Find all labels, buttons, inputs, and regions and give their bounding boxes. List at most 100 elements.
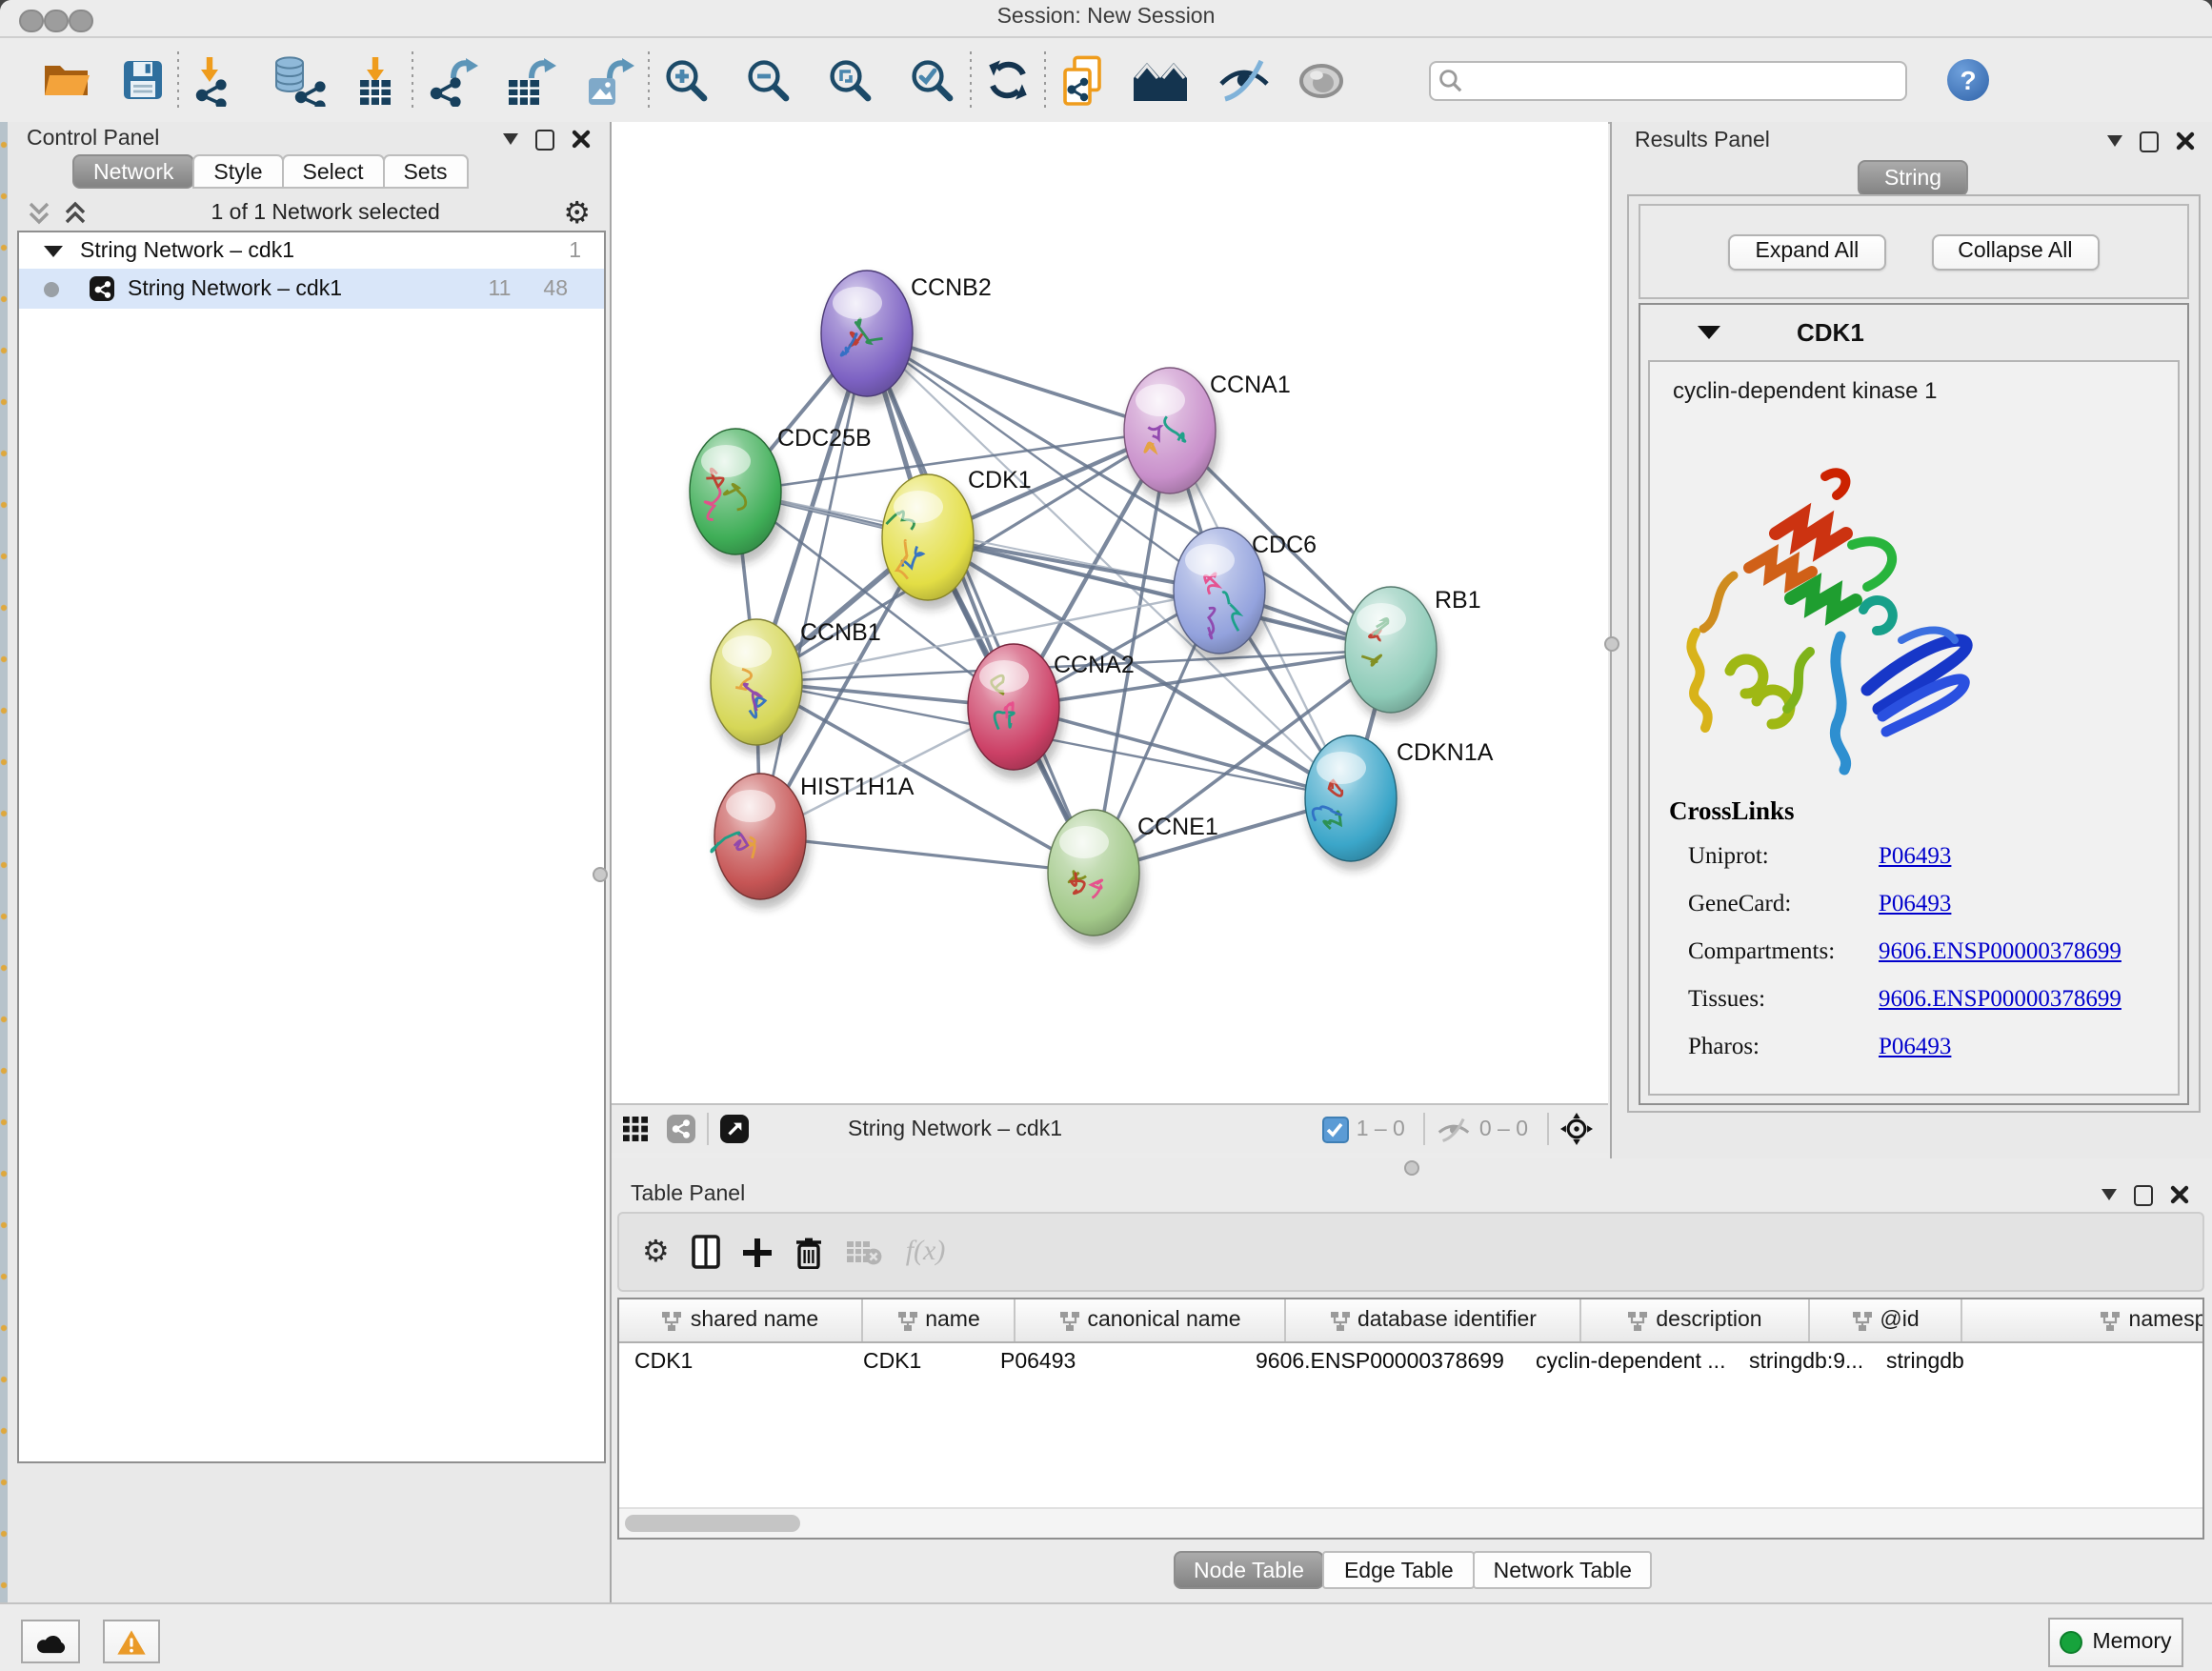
- node-HIST1H1A[interactable]: [712, 774, 811, 909]
- cell-database-identifier[interactable]: 9606.ENSP00000378699: [1240, 1343, 1520, 1385]
- tab-select[interactable]: Select: [282, 154, 385, 189]
- save-icon[interactable]: [122, 51, 164, 109]
- help-icon[interactable]: ?: [1947, 59, 1989, 101]
- open-folder-icon[interactable]: [42, 51, 91, 109]
- splitter-handle[interactable]: [1604, 636, 1619, 652]
- cell--id[interactable]: stringdb:9...: [1734, 1343, 1871, 1385]
- node-CCNE1[interactable]: [1048, 810, 1144, 945]
- export-image-icon[interactable]: [583, 51, 634, 109]
- cell-canonical-name[interactable]: P06493: [985, 1343, 1240, 1385]
- collapse-all-button[interactable]: Collapse All: [1931, 233, 2099, 270]
- zoom-out-icon[interactable]: [745, 51, 793, 109]
- expand-all-button[interactable]: Expand All: [1729, 233, 1886, 270]
- tab-network-table[interactable]: Network Table: [1473, 1551, 1653, 1589]
- fit-content-crosshair-icon[interactable]: [1560, 1113, 1593, 1145]
- panel-float-icon[interactable]: [2140, 131, 2159, 151]
- zoom-fit-icon[interactable]: [827, 51, 875, 109]
- panel-float-icon[interactable]: [535, 129, 554, 150]
- panel-close-icon[interactable]: [2176, 131, 2195, 151]
- tree-expander-icon[interactable]: [44, 245, 63, 256]
- node-CCNA1[interactable]: [1124, 368, 1220, 503]
- network-badge-icon[interactable]: [667, 1115, 695, 1143]
- column-header-namespace[interactable]: namespace: [1962, 1299, 2204, 1341]
- show-all-icon[interactable]: [1297, 51, 1345, 109]
- column-header-shared-name[interactable]: shared name: [619, 1299, 863, 1341]
- crosslink-link[interactable]: P06493: [1879, 842, 1951, 871]
- import-table-icon[interactable]: [352, 51, 398, 109]
- tab-network[interactable]: Network: [72, 154, 194, 189]
- entry-expander-icon[interactable]: [1698, 325, 1720, 338]
- column-header-description[interactable]: description: [1581, 1299, 1810, 1341]
- import-network-database-icon[interactable]: [269, 51, 326, 109]
- expand-all-icon[interactable]: [63, 200, 88, 227]
- tab-style[interactable]: Style: [192, 154, 283, 189]
- search-input[interactable]: [1429, 60, 1907, 100]
- refresh-icon[interactable]: [985, 51, 1031, 109]
- network-collection-row[interactable]: String Network – cdk1 1: [19, 232, 604, 269]
- cell-description[interactable]: cyclin-dependent ...: [1520, 1343, 1734, 1385]
- column-header--id[interactable]: @id: [1810, 1299, 1962, 1341]
- crosslink-link[interactable]: P06493: [1879, 890, 1951, 918]
- panel-collapse-icon[interactable]: [503, 133, 518, 145]
- network-canvas[interactable]: CCNB2CCNA1CDC25BCDK1CDC6RB1CCNB1CCNA2CDK…: [612, 122, 1608, 1103]
- crosslink-link[interactable]: P06493: [1879, 1033, 1951, 1061]
- zoom-in-icon[interactable]: [663, 51, 711, 109]
- memory-button[interactable]: Memory: [2048, 1618, 2183, 1667]
- panel-collapse-icon[interactable]: [2101, 1189, 2117, 1200]
- export-network-icon[interactable]: [427, 51, 478, 109]
- panel-close-icon[interactable]: [2170, 1185, 2189, 1204]
- horizontal-scrollbar[interactable]: [619, 1507, 2202, 1538]
- splitter-handle[interactable]: [593, 867, 608, 882]
- node-CDK1[interactable]: [882, 474, 978, 610]
- first-neighbors-icon[interactable]: [1132, 51, 1191, 109]
- string-results-box: Expand All Collapse All CDK1 cyclin-depe…: [1627, 194, 2201, 1113]
- node-CCNA2[interactable]: [968, 644, 1064, 779]
- result-entry-header[interactable]: CDK1: [1640, 305, 2187, 358]
- export-table-icon[interactable]: [505, 51, 556, 109]
- hidden-counts: 0 – 0: [1479, 1117, 1528, 1140]
- import-network-icon[interactable]: [192, 51, 242, 109]
- table-row[interactable]: CDK1CDK1P064939606.ENSP00000378699cyclin…: [619, 1343, 2204, 1385]
- grid-view-icon[interactable]: [623, 1117, 648, 1141]
- cloud-status-button[interactable]: [21, 1620, 80, 1663]
- cell-shared-name[interactable]: CDK1: [619, 1343, 848, 1385]
- table-settings-gear-icon[interactable]: ⚙: [642, 1223, 670, 1280]
- splitter-handle[interactable]: [1404, 1160, 1419, 1176]
- node-RB1[interactable]: [1345, 587, 1441, 722]
- add-column-icon[interactable]: [744, 1223, 773, 1280]
- column-header-database-identifier[interactable]: database identifier: [1286, 1299, 1581, 1341]
- show-columns-icon[interactable]: [693, 1223, 721, 1280]
- warning-status-button[interactable]: [103, 1620, 160, 1663]
- edge-CCNB2-HIST1H1A[interactable]: [760, 333, 867, 836]
- delete-column-trash-icon[interactable]: [795, 1223, 824, 1280]
- tab-sets[interactable]: Sets: [382, 154, 468, 189]
- selected-checkbox-icon[interactable]: [1322, 1116, 1349, 1142]
- birds-eye-view-icon[interactable]: [720, 1115, 749, 1143]
- zoom-selected-icon[interactable]: [909, 51, 956, 109]
- edge-CDK1-RB1[interactable]: [928, 537, 1391, 650]
- panel-float-icon[interactable]: [2134, 1184, 2153, 1205]
- tab-edge-table[interactable]: Edge Table: [1323, 1551, 1475, 1589]
- network-row-selected[interactable]: String Network – cdk1 11 48: [19, 269, 604, 309]
- column-header-name[interactable]: name: [863, 1299, 1016, 1341]
- hide-selected-icon[interactable]: [1217, 51, 1271, 109]
- scrollbar-thumb[interactable]: [625, 1515, 800, 1532]
- gear-icon[interactable]: ⚙: [563, 198, 591, 229]
- node-CCNB2[interactable]: [821, 271, 917, 406]
- cell-namespace[interactable]: stringdb: [1871, 1343, 2204, 1385]
- cell-name[interactable]: CDK1: [848, 1343, 985, 1385]
- crosslink-link[interactable]: 9606.ENSP00000378699: [1879, 937, 2122, 966]
- memory-status-icon: [2060, 1631, 2082, 1654]
- panel-close-icon[interactable]: [572, 130, 591, 149]
- tab-node-table[interactable]: Node Table: [1173, 1551, 1325, 1589]
- panel-collapse-icon[interactable]: [2107, 135, 2122, 147]
- node-CDKN1A[interactable]: [1305, 735, 1401, 871]
- node-CCNB1[interactable]: [711, 619, 807, 755]
- copy-network-icon[interactable]: [1059, 51, 1105, 109]
- tab-string[interactable]: String: [1858, 160, 1968, 196]
- column-type-icon: [2101, 1310, 2122, 1331]
- hidden-eye-icon[interactable]: [1438, 1116, 1472, 1142]
- collapse-all-icon[interactable]: [27, 200, 51, 227]
- crosslink-link[interactable]: 9606.ENSP00000378699: [1879, 985, 2122, 1014]
- column-header-canonical-name[interactable]: canonical name: [1016, 1299, 1286, 1341]
